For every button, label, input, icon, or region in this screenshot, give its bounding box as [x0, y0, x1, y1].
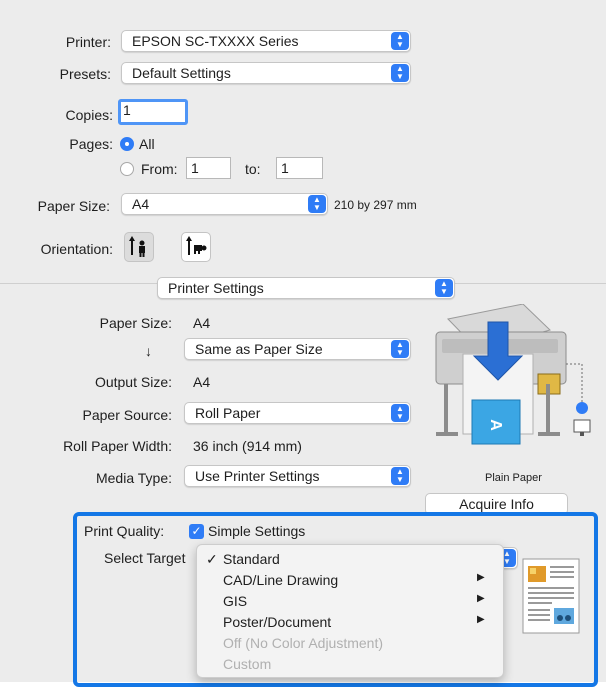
- orientation-portrait-button[interactable]: [124, 232, 154, 262]
- submenu-arrow-icon: ▶: [477, 572, 485, 583]
- svg-text:A: A: [487, 419, 504, 431]
- output-size-value: A4: [193, 374, 211, 390]
- presets-value: Default Settings: [132, 65, 231, 81]
- pages-range-radio[interactable]: [120, 162, 134, 176]
- popup-stepper-icon: ▲ ▼: [391, 467, 409, 485]
- media-type-value: Use Printer Settings: [195, 468, 320, 484]
- paper-size-dims: 210 by 297 mm: [334, 198, 417, 212]
- menu-item-off-no-color-adjustment: Off (No Color Adjustment): [223, 635, 383, 651]
- scale-value: Same as Paper Size: [195, 341, 323, 357]
- paper-size-popup[interactable]: A4 ▲ ▼: [121, 193, 328, 215]
- presets-label: Presets:: [59, 66, 111, 82]
- printer-value: EPSON SC-TXXXX Series: [132, 33, 299, 49]
- printer-popup[interactable]: EPSON SC-TXXXX Series ▲ ▼: [121, 30, 411, 52]
- select-target-menu: Standard ✓ CAD/Line Drawing ▶ GIS ▶ Post…: [196, 544, 504, 678]
- pages-all-label: All: [139, 136, 155, 152]
- presets-popup[interactable]: Default Settings ▲ ▼: [121, 62, 411, 84]
- media-type-popup[interactable]: Use Printer Settings ▲ ▼: [184, 465, 411, 487]
- panel-selector-popup[interactable]: Printer Settings ▲ ▼: [157, 277, 455, 299]
- scale-popup[interactable]: Same as Paper Size ▲ ▼: [184, 338, 411, 360]
- menu-item-gis[interactable]: GIS ▶: [223, 593, 485, 609]
- landscape-icon: [186, 236, 207, 255]
- paper-source-popup[interactable]: Roll Paper ▲ ▼: [184, 402, 411, 424]
- popup-stepper-icon: ▲ ▼: [391, 404, 409, 422]
- roll-paper-width-label: Roll Paper Width:: [63, 438, 172, 454]
- pages-to-label: to:: [245, 161, 261, 177]
- printer-preview-icon: A: [435, 304, 591, 445]
- orientation-label: Orientation:: [40, 241, 113, 257]
- menu-item-label: Standard: [223, 551, 280, 567]
- popup-stepper-icon: ▲ ▼: [308, 195, 326, 213]
- printer-label: Printer:: [65, 34, 111, 50]
- menu-item-label: Off (No Color Adjustment): [223, 635, 384, 651]
- media-type-label: Media Type:: [95, 470, 172, 486]
- select-target-label: Select Target: [104, 550, 186, 566]
- copies-label: Copies:: [65, 107, 113, 123]
- portrait-icon: [129, 236, 145, 257]
- pages-label: Pages:: [69, 136, 113, 152]
- pages-from-label: From:: [141, 161, 178, 177]
- popup-stepper-icon: ▲ ▼: [435, 279, 453, 297]
- preview-caption: Plain Paper: [485, 472, 542, 484]
- settings-paper-size-value: A4: [193, 315, 211, 331]
- menu-item-label: Custom: [223, 656, 272, 672]
- menu-item-label: CAD/Line Drawing: [223, 572, 339, 588]
- checkmark-icon: ✓: [206, 551, 218, 567]
- popup-stepper-icon: ▲ ▼: [391, 64, 409, 82]
- paper-size-value: A4: [132, 196, 150, 212]
- menu-item-standard[interactable]: Standard: [223, 551, 280, 567]
- orientation-landscape-button[interactable]: [181, 232, 211, 262]
- menu-item-poster-document[interactable]: Poster/Document ▶: [223, 614, 485, 630]
- panel-selector-value: Printer Settings: [168, 280, 264, 296]
- submenu-arrow-icon: ▶: [477, 593, 485, 604]
- print-quality-label: Print Quality:: [84, 523, 165, 539]
- paper-size-label: Paper Size:: [37, 198, 110, 214]
- pages-to-field[interactable]: 1: [276, 157, 323, 179]
- submenu-arrow-icon: ▶: [477, 614, 485, 625]
- print-dialog-header: Printer: EPSON SC-TXXXX Series ▲ ▼ Preset…: [0, 0, 606, 283]
- settings-paper-size-label: Paper Size:: [99, 315, 172, 331]
- popup-stepper-icon: ▲ ▼: [391, 340, 409, 358]
- output-size-label: Output Size:: [94, 374, 172, 390]
- document-preview-icon: [522, 558, 580, 634]
- copies-field[interactable]: 1: [118, 99, 188, 125]
- paper-source-value: Roll Paper: [195, 405, 261, 421]
- paper-source-label: Paper Source:: [82, 407, 173, 423]
- pages-from-field[interactable]: 1: [186, 157, 231, 179]
- popup-stepper-icon: ▲ ▼: [391, 32, 409, 50]
- menu-item-custom: Custom: [223, 656, 271, 672]
- menu-item-label: Poster/Document: [223, 614, 332, 630]
- simple-settings-checkbox[interactable]: ✓: [189, 524, 204, 539]
- menu-item-label: GIS: [223, 593, 248, 609]
- pages-all-radio[interactable]: [120, 137, 134, 151]
- simple-settings-label: Simple Settings: [208, 523, 306, 539]
- roll-paper-width-value: 36 inch (914 mm): [193, 438, 302, 454]
- menu-item-cad-line-drawing[interactable]: CAD/Line Drawing ▶: [223, 572, 485, 588]
- down-arrow-icon: ↓: [145, 343, 152, 359]
